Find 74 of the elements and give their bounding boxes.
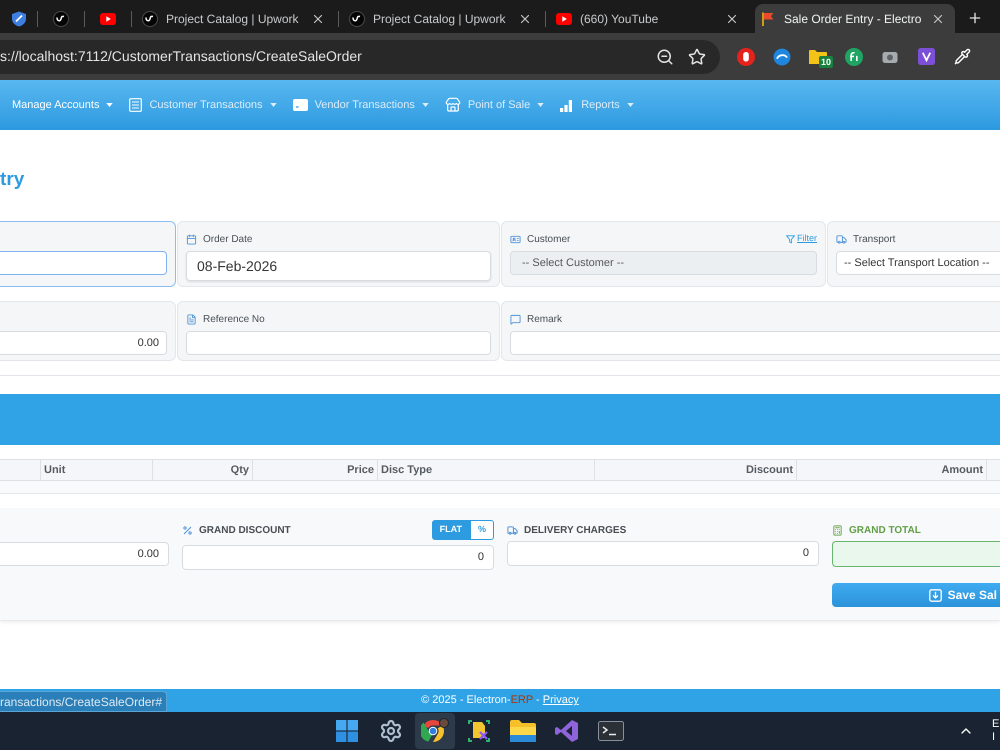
square-logo-icon — [918, 48, 934, 65]
extension-badge: 10 — [819, 56, 834, 68]
round-logo-icon — [53, 10, 69, 26]
truck-icon — [507, 524, 518, 536]
round-logo-icon — [737, 48, 755, 66]
download-icon — [928, 588, 942, 602]
input-field[interactable]: 0 — [182, 545, 494, 570]
comment-icon — [510, 314, 521, 324]
gear-icon — [379, 719, 403, 743]
field-label: Reference No — [203, 312, 265, 326]
field-label: GRAND DISCOUNT — [199, 524, 291, 538]
folder-icon — [510, 720, 536, 742]
input-field[interactable]: 0 — [507, 541, 819, 566]
card-icon — [292, 99, 308, 111]
id-card-icon — [510, 234, 521, 244]
bar-chart-icon — [560, 98, 574, 112]
tray-text: I — [992, 731, 996, 744]
input-field[interactable]: 0.00 — [0, 542, 169, 566]
flag-icon — [760, 10, 776, 26]
play-logo-icon — [100, 12, 116, 24]
browser-tab[interactable]: Sale Order Entry - Electro — [755, 4, 955, 33]
field-label: Transport — [853, 232, 896, 246]
calculator-icon — [832, 524, 843, 536]
dropdown[interactable]: -- Select Transport Location -- — [836, 251, 1000, 275]
column-header: Unit — [41, 460, 153, 480]
tray-text: E — [992, 718, 1000, 731]
field-label: Customer — [527, 232, 570, 246]
input-field[interactable] — [0, 251, 167, 275]
app-logo-icon — [555, 719, 579, 743]
shield-logo-icon — [10, 10, 26, 26]
round-logo-icon — [142, 10, 158, 26]
input-field[interactable]: 0.00 — [0, 331, 167, 355]
link-preview: ransactions/CreateSaleOrder# — [0, 691, 168, 712]
field-label: GRAND TOTAL — [849, 524, 921, 538]
camera-icon — [882, 50, 898, 64]
zoom-out-icon[interactable] — [656, 48, 674, 66]
store-icon — [444, 97, 461, 113]
column-header: Amount — [797, 460, 987, 480]
field-label: Remark — [527, 312, 562, 326]
field-label: DELIVERY CHARGES — [524, 524, 626, 538]
app-icon — [467, 719, 491, 743]
caret-icon — [626, 103, 634, 107]
round-logo-icon — [773, 48, 791, 66]
list-icon — [129, 98, 142, 112]
caret-icon — [422, 103, 429, 107]
browser-logo-icon — [421, 718, 449, 744]
play-logo-icon — [556, 12, 572, 24]
start-icon — [336, 720, 358, 742]
new-tab-icon[interactable] — [967, 10, 983, 26]
filter-icon — [786, 234, 795, 244]
truck-icon — [836, 234, 847, 244]
caret-icon — [270, 103, 277, 107]
caret-icon — [106, 103, 114, 107]
star-icon[interactable] — [688, 48, 706, 66]
input-field[interactable] — [832, 541, 1000, 567]
address-bar[interactable]: s://localhost:7112/CustomerTransactions/CreateSaleOrder — [0, 40, 720, 74]
footer-text: © 2025 - Electron-ERP - Privacy — [421, 693, 579, 708]
field-label: Order Date — [203, 232, 252, 246]
caret-icon — [537, 103, 544, 107]
calendar-icon — [186, 234, 197, 244]
page-title: try — [0, 168, 26, 192]
column-header: Price — [253, 460, 378, 480]
eyedropper-icon[interactable] — [954, 48, 970, 65]
taskbar-button[interactable] — [415, 713, 455, 749]
round-logo-icon — [349, 10, 365, 26]
column-header: Qty — [153, 460, 253, 480]
date-field[interactable]: 08-Feb-2026 — [186, 251, 491, 281]
document-icon — [186, 314, 197, 324]
round-logo-icon — [845, 48, 863, 66]
percent-icon — [182, 524, 193, 536]
dropdown[interactable]: -- Select Customer -- — [510, 251, 817, 275]
column-header: Discount — [595, 460, 797, 480]
terminal-icon — [598, 721, 624, 741]
column-header: Disc Type — [378, 460, 595, 480]
